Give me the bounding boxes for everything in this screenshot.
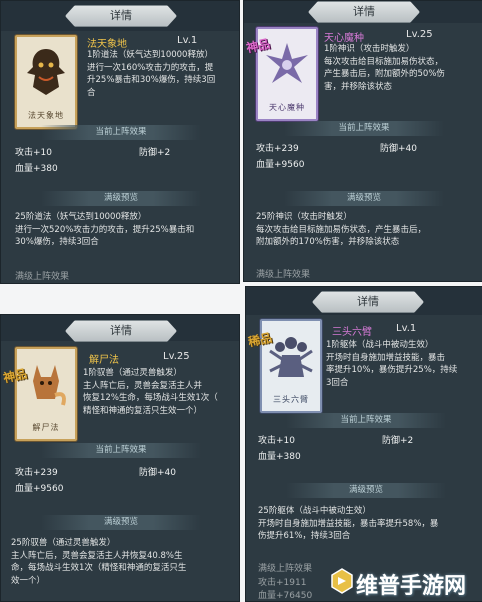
max-preview-heading: 满级预览 (284, 191, 444, 206)
defense-stat: 防御+2 (139, 148, 171, 158)
attack-stat: 攻击+239 (15, 468, 58, 478)
details-title: 详情 (65, 320, 177, 342)
max-preview-heading: 满级预览 (41, 191, 201, 206)
hp-stat: 血量+380 (258, 452, 301, 462)
current-bonus-heading: 当前上阵效果 (284, 121, 444, 136)
max-level-description: 25阶躯体（战斗中被动生效） 开场时自身施加增益技能，暴击率提升58%，暴 伤提升6… (258, 506, 439, 541)
defense-stat: 防御+2 (382, 436, 414, 446)
max-bonus-heading: 满级上阵效果 (256, 270, 311, 280)
card-name: 法天象地 (28, 111, 64, 120)
skill-description: 1阶驭兽（通过灵兽触发） 主人阵亡后，灵兽会复活主人并 恢复12%生命，每场战斗生… (83, 368, 218, 416)
max-level-description: 25阶驭兽（通过灵兽触发） 主人阵亡后，灵兽会复活主人并恢复40.8%生 命，每场… (11, 538, 187, 586)
skill-card[interactable]: 法天象地 (15, 35, 77, 129)
skill-panel-2: 详情 天心魔种 神品 天心魔种 Lv.25 1阶神识（攻击时触发） 每次攻击给目标… (243, 0, 482, 282)
skill-name: 解尸法 (89, 355, 119, 366)
skill-level: Lv.25 (163, 351, 190, 362)
skill-panel-3: 详情 解尸法 神品 解尸法 Lv.25 1阶驭兽（通过灵兽触发） 主人阵亡后，灵兽… (0, 314, 240, 602)
attack-stat: 攻击+10 (258, 436, 295, 446)
skill-description: 1阶神识（攻击时触发） 每次攻击给目标施加易伤状态， 产生暴击后，附加额外的50%… (324, 44, 445, 92)
details-title: 详情 (312, 291, 424, 313)
demon-art-icon (27, 49, 65, 95)
details-title: 详情 (308, 1, 420, 23)
current-bonus-heading: 当前上阵效果 (41, 443, 201, 458)
skill-description: 1阶躯体（战斗中被动生效） 开场时自身施加增益技能，暴击 率提升10%，暴伤提升2… (326, 340, 458, 388)
skill-level: Lv.25 (406, 29, 433, 40)
defense-stat: 防御+40 (380, 144, 417, 154)
hp-stat: 血量+9560 (256, 160, 305, 170)
card-name: 天心魔种 (269, 103, 305, 112)
attack-stat: 攻击+10 (15, 148, 52, 158)
defense-stat: 防御+40 (139, 468, 176, 478)
max-level-description: 25阶道法（妖气达到10000释放） 进行一次520%攻击力的攻击，提升25%暴击… (15, 212, 195, 247)
watermark-text: 维普手游网 (356, 574, 467, 599)
max-attack-stat: 攻击+1911 (258, 578, 307, 588)
lotus-art-icon (266, 43, 308, 83)
watermark-logo-icon (331, 568, 353, 594)
skill-panel-4: 详情 三头六臂 稀品 三头六臂 Lv.1 1阶躯体（战斗中被动生效） 开场时自身施… (245, 286, 482, 602)
skill-name: 法天象地 (87, 39, 127, 50)
max-level-description: 25阶神识（攻击时触发） 每次攻击给目标施加易伤状态，产生暴击后， 附加额外的170… (256, 212, 427, 247)
current-bonus-heading: 当前上阵效果 (41, 125, 201, 140)
max-preview-heading: 满级预览 (41, 515, 201, 530)
three-heads-art-icon (269, 337, 313, 377)
hp-stat: 血量+9560 (15, 484, 64, 494)
hp-stat: 血量+380 (15, 164, 58, 174)
max-hp-stat: 血量+76450 (258, 591, 313, 601)
skill-description: 1阶道法（妖气达到10000释放） 进行一次160%攻击力的攻击，提 升25%暴击… (87, 50, 216, 98)
details-title: 详情 (65, 5, 177, 27)
skill-level: Lv.1 (177, 35, 198, 46)
max-preview-heading: 满级预览 (286, 483, 446, 498)
skill-name: 三头六臂 (332, 327, 372, 338)
attack-stat: 攻击+239 (256, 144, 299, 154)
skill-card[interactable]: 解尸法 (15, 347, 77, 441)
skill-panel-1: 详情 法天象地 法天象地 Lv.1 1阶道法（妖气达到10000释放） 进行一次1… (0, 0, 240, 284)
skill-name: 天心魔种 (324, 33, 364, 44)
max-bonus-heading: 满级上阵效果 (15, 272, 70, 282)
card-name: 解尸法 (32, 423, 60, 432)
fox-spirit-art-icon (33, 365, 66, 406)
card-name: 三头六臂 (273, 395, 309, 404)
skill-level: Lv.1 (396, 323, 417, 334)
max-bonus-heading: 满级上阵效果 (258, 564, 313, 574)
current-bonus-heading: 当前上阵效果 (286, 413, 446, 428)
